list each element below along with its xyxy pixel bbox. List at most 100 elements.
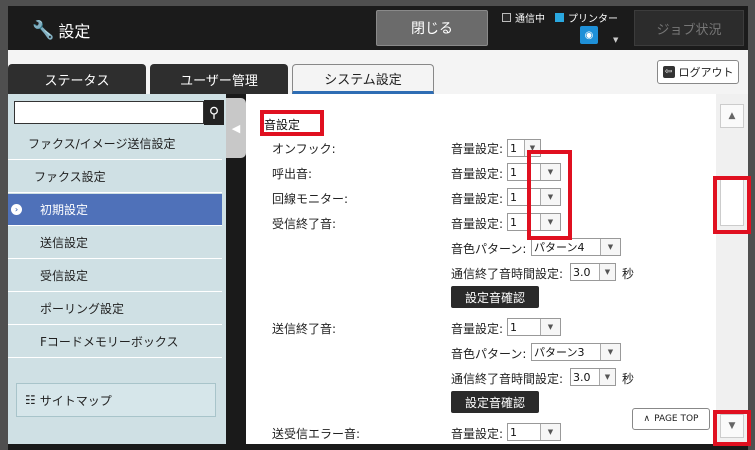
page-top-button[interactable]: ∧ PAGE TOP (632, 408, 710, 430)
app-title: 🔧 設定 (32, 18, 90, 42)
send-end-pattern-value: パターン3 (534, 346, 585, 359)
sidebar-item-label: Fコードメモリーボックス (40, 335, 179, 349)
sidebar-item-label: ポーリング設定 (40, 302, 125, 316)
sidebar-item-send-settings[interactable]: 送信設定 (8, 227, 222, 259)
onhook-volume-value: 1 (510, 141, 517, 155)
selected-bullet-icon: › (11, 204, 22, 215)
receive-end-pattern-select[interactable]: パターン4 ▼ (531, 238, 621, 256)
error-sound-volume-value: 1 (510, 425, 517, 439)
send-end-volume-select[interactable]: 1 ▼ (507, 318, 561, 336)
send-end-pattern-select[interactable]: パターン3 ▼ (531, 343, 621, 361)
page-top-label: PAGE TOP (654, 414, 699, 424)
line-monitor-label: 回線モニター: (272, 192, 349, 206)
wrench-icon: 🔧 (32, 19, 55, 41)
scroll-up-icon[interactable]: ▲ (720, 104, 744, 128)
comm-label: 通信中 (515, 14, 545, 25)
send-end-time-label: 通信終了音時間設定: (451, 372, 564, 386)
sidebar-item-polling-settings[interactable]: ポーリング設定 (8, 293, 222, 325)
search-icon[interactable]: ⚲ (204, 100, 224, 125)
sidebar-item-fax-image-send[interactable]: ファクス/イメージ送信設定 (8, 128, 222, 160)
sidebar-item-label: 送信設定 (40, 236, 89, 250)
sidebar-item-fax-settings[interactable]: ファクス設定 (8, 161, 222, 193)
chevron-down-icon: ▼ (540, 319, 560, 335)
chevron-down-icon: ▼ (524, 140, 540, 156)
receive-end-time-select[interactable]: 3.0 ▼ (570, 263, 616, 281)
scroll-down-icon[interactable]: ▼ (720, 414, 744, 438)
scrollbar-thumb[interactable] (720, 178, 744, 226)
logout-icon: ⇦ (662, 66, 675, 78)
receive-end-volume-value: 1 (510, 215, 517, 229)
receive-end-volume-select[interactable]: 1 ▼ (507, 213, 561, 231)
chevron-down-icon: ▼ (599, 264, 615, 280)
close-button[interactable]: 閉じる (376, 10, 488, 46)
chevron-down-icon: ▼ (600, 344, 620, 360)
wifi-icon[interactable]: ◉ (580, 26, 598, 44)
logout-button[interactable]: ⇦ ログアウト (657, 60, 739, 84)
send-end-pattern-label: 音色パターン: (451, 347, 527, 361)
send-end-time-unit: 秒 (622, 372, 635, 386)
sidebar-item-receive-settings[interactable]: 受信設定 (8, 260, 222, 292)
ring-volume-label: 音量設定: (451, 167, 504, 181)
tab-user-management[interactable]: ユーザー管理 (150, 64, 288, 94)
chevron-up-icon: ∧ (643, 414, 651, 424)
ring-label: 呼出音: (272, 167, 313, 181)
receive-end-time-unit: 秒 (622, 267, 635, 281)
receive-end-confirm-button[interactable]: 設定音確認 (451, 286, 539, 308)
job-status-button[interactable]: ジョブ状況 (634, 10, 744, 46)
error-sound-volume-select[interactable]: 1 ▼ (507, 423, 561, 441)
sitemap-label: サイトマップ (39, 393, 112, 408)
app-title-text: 設定 (58, 22, 91, 41)
wifi-dropdown-icon[interactable]: ▼ (613, 36, 618, 44)
section-title: 音設定 (264, 118, 301, 132)
tab-bar: ステータス ユーザー管理 システム設定 ⇦ ログアウト (8, 50, 748, 94)
onhook-volume-select[interactable]: 1 ▼ (507, 139, 541, 157)
app-header: 🔧 設定 閉じる 通信中 プリンター ◉ ▼ ジョブ状況 (8, 6, 748, 50)
comm-indicator-icon (502, 13, 511, 22)
chevron-down-icon: ▼ (540, 164, 560, 180)
send-end-confirm-button[interactable]: 設定音確認 (451, 391, 539, 413)
printer-label: プリンター (568, 14, 618, 25)
sidebar-item-label: ファクス設定 (34, 170, 106, 184)
error-sound-volume-label: 音量設定: (451, 427, 504, 441)
search-input[interactable] (14, 101, 204, 124)
status-indicators: 通信中 プリンター (502, 10, 618, 25)
tab-system-settings[interactable]: システム設定 (292, 64, 434, 94)
onhook-label: オンフック: (272, 142, 336, 156)
ring-volume-value: 1 (510, 165, 517, 179)
chevron-down-icon: ▼ (540, 214, 560, 230)
line-monitor-volume-select[interactable]: 1 ▼ (507, 188, 561, 206)
sidebar: ⚲ ファクス/イメージ送信設定 ファクス設定 › 初期設定 送信設定 受信設定 … (8, 94, 226, 444)
scrollbar-track[interactable] (716, 94, 748, 444)
printer-indicator-icon (555, 13, 564, 22)
line-monitor-volume-value: 1 (510, 190, 517, 204)
receive-end-time-value: 3.0 (573, 265, 591, 279)
sitemap-icon: ☷ (25, 393, 36, 407)
receive-end-time-label: 通信終了音時間設定: (451, 267, 564, 281)
sidebar-item-label: 初期設定 (40, 203, 89, 217)
collapse-sidebar-button[interactable]: ◀ (226, 98, 246, 158)
sitemap-button[interactable]: ☷ サイトマップ (16, 383, 216, 417)
chevron-down-icon: ▼ (540, 424, 560, 440)
receive-end-label: 受信終了音: (272, 217, 337, 231)
chevron-down-icon: ▼ (600, 239, 620, 255)
tab-status[interactable]: ステータス (8, 64, 146, 94)
sidebar-item-label: 受信設定 (40, 269, 89, 283)
chevron-down-icon: ▼ (540, 189, 560, 205)
send-end-volume-value: 1 (510, 320, 517, 334)
main-content: 音設定 オンフック: 音量設定: 1 ▼ 呼出音: 音量設定: 1 ▼ 回線モニ… (246, 94, 716, 444)
sidebar-item-fcode-memory-box[interactable]: Fコードメモリーボックス (8, 326, 222, 358)
line-monitor-volume-label: 音量設定: (451, 192, 504, 206)
logout-label: ログアウト (678, 66, 734, 79)
onhook-volume-label: 音量設定: (451, 142, 504, 156)
send-end-volume-label: 音量設定: (451, 322, 504, 336)
send-end-time-select[interactable]: 3.0 ▼ (570, 368, 616, 386)
receive-end-pattern-value: パターン4 (534, 241, 585, 254)
sidebar-item-label: ファクス/イメージ送信設定 (28, 137, 176, 151)
send-end-label: 送信終了音: (272, 322, 337, 336)
send-end-time-value: 3.0 (573, 370, 591, 384)
error-sound-label: 送受信エラー音: (272, 427, 361, 441)
ring-volume-select[interactable]: 1 ▼ (507, 163, 561, 181)
chevron-down-icon: ▼ (599, 369, 615, 385)
receive-end-pattern-label: 音色パターン: (451, 242, 527, 256)
sidebar-item-initial-settings[interactable]: › 初期設定 (8, 194, 222, 226)
